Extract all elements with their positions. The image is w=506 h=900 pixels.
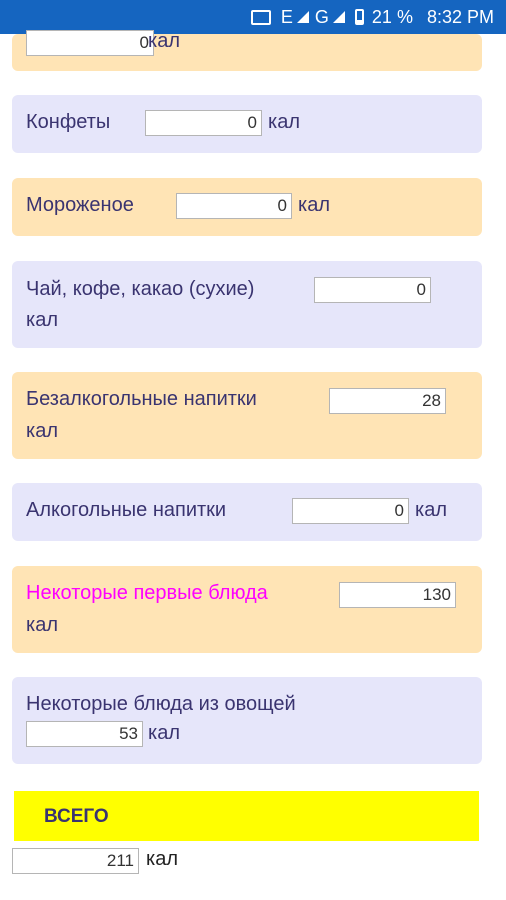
unit-label: кал: [415, 499, 447, 521]
item-label: Некоторые блюда из овощей: [26, 693, 296, 715]
status-bar: E G 21 % 8:32 PM: [0, 0, 506, 34]
unit-label: кал: [268, 111, 300, 133]
item-label: Мороженое: [26, 194, 134, 216]
signal-icon: [296, 11, 309, 23]
calorie-input[interactable]: 130: [339, 582, 456, 608]
calorie-input[interactable]: 0: [314, 277, 431, 303]
total-value: 211: [12, 848, 139, 874]
battery-icon: [354, 9, 364, 25]
item-label: Конфеты: [26, 111, 111, 133]
unit-label: кал: [26, 420, 58, 442]
calorie-input[interactable]: 0: [292, 498, 409, 524]
signal-icon-2: [332, 11, 345, 23]
total-label: ВСЕГО: [44, 806, 109, 827]
calorie-input[interactable]: 28: [329, 388, 446, 414]
total-bar: ВСЕГО: [14, 791, 479, 841]
calorie-item-card: Чай, кофе, какао (сухие) 0 кал: [12, 261, 482, 348]
calorie-item-card: 0 кал: [12, 30, 482, 71]
network-e-label: E: [280, 6, 293, 27]
unit-label: кал: [148, 722, 180, 744]
network-g-label: G: [314, 6, 329, 27]
unit-label: кал: [298, 194, 330, 216]
calorie-item-card: Безалкогольные напитки 28 кал: [12, 372, 482, 459]
total-unit-label: кал: [146, 848, 178, 870]
calorie-input[interactable]: 53: [26, 721, 143, 747]
calorie-input[interactable]: 0: [145, 110, 262, 136]
item-label: Чай, кофе, какао (сухие): [26, 278, 255, 300]
calorie-item-card: Алкогольные напитки 0 кал: [12, 483, 482, 541]
calorie-item-card: Некоторые первые блюда 130 кал: [12, 566, 482, 653]
item-label: Безалкогольные напитки: [26, 388, 257, 410]
item-label: Алкогольные напитки: [26, 499, 227, 521]
calorie-input[interactable]: 0: [26, 30, 154, 56]
calorie-item-card: Мороженое 0 кал: [12, 178, 482, 236]
item-label-highlighted: Некоторые первые блюда: [26, 582, 268, 604]
calorie-item-card: Конфеты 0 кал: [12, 95, 482, 153]
calorie-item-card: Некоторые блюда из овощей 53 кал: [12, 677, 482, 764]
unit-label: кал: [26, 614, 58, 636]
cast-icon: [250, 9, 271, 25]
unit-label: кал: [148, 30, 180, 52]
clock: 8:32 PM: [426, 6, 494, 27]
calorie-input[interactable]: 0: [176, 193, 292, 219]
battery-level: 21 %: [371, 6, 413, 27]
unit-label: кал: [26, 309, 58, 331]
